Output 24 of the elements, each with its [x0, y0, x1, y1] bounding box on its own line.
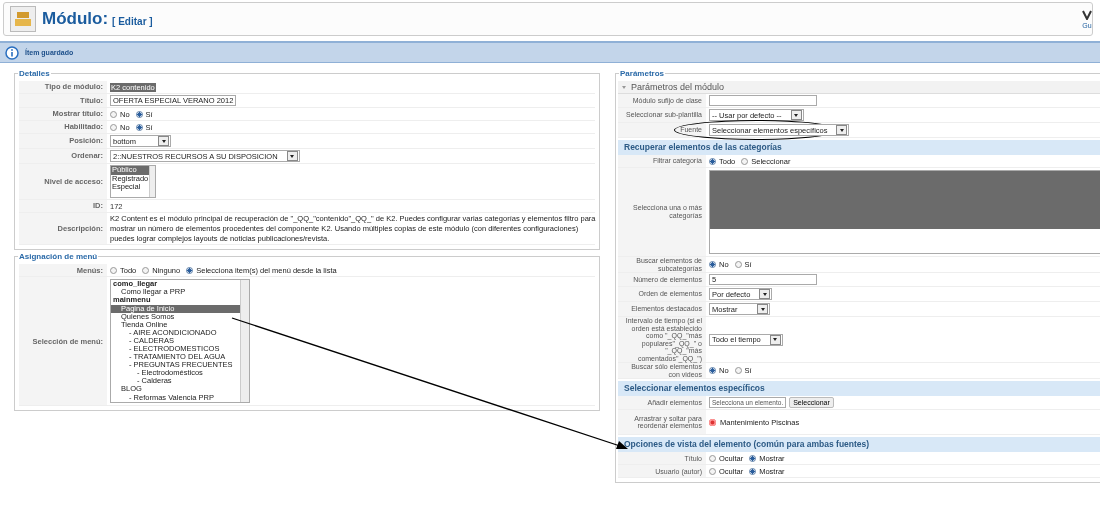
- caret-icon: [161, 139, 166, 143]
- fieldset-legend: Asignación de menú: [18, 252, 99, 262]
- scrollbar[interactable]: [240, 280, 249, 403]
- fieldset-legend: Parámetros: [619, 69, 666, 78]
- info-icon: [5, 45, 19, 60]
- section-header: Recuperar elementos de las categorías: [618, 140, 1100, 155]
- panel-header[interactable]: Parámetros del módulo: [618, 81, 1100, 94]
- caret-icon: [840, 128, 844, 132]
- page-title: Módulo:: [42, 9, 109, 29]
- caret-icon: [773, 338, 778, 342]
- check-icon: [1082, 9, 1092, 20]
- caret-icon: [794, 113, 799, 117]
- text-input[interactable]: [709, 95, 817, 106]
- caret-icon: [762, 292, 767, 296]
- section-header: Seleccionar elementos específicos: [618, 381, 1100, 397]
- scrollbar[interactable]: [149, 166, 155, 197]
- caret-icon: [760, 307, 765, 311]
- module-icon: [10, 6, 36, 32]
- caret-icon: [290, 154, 295, 158]
- page-subtitle: [ Editar ]: [112, 16, 153, 27]
- panel-title: Parámetros del módulo: [631, 82, 725, 92]
- fieldset-legend: Detalles: [18, 69, 51, 78]
- section-header: Opciones de vista del elemento (común para ambas fuentes): [618, 437, 1100, 453]
- remove-icon[interactable]: [709, 418, 716, 426]
